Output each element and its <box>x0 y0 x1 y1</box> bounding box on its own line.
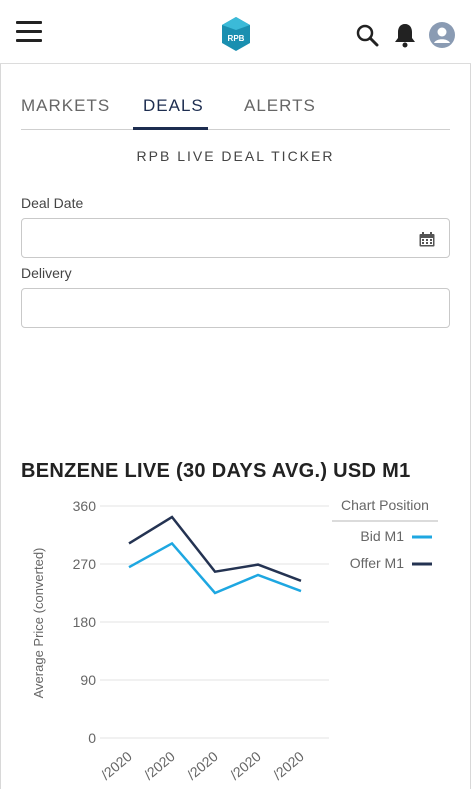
deal-date-label: Deal Date <box>21 195 84 211</box>
logo-text: RPB <box>228 34 245 43</box>
y-tick-label: 360 <box>73 498 97 514</box>
y-tick-label: 0 <box>88 730 96 746</box>
series-line-offer-m1 <box>128 515 302 582</box>
chart-title: BENZENE LIVE (30 DAYS AVG.) USD M1 <box>21 460 411 482</box>
search-icon[interactable] <box>355 23 379 47</box>
deal-date-field[interactable] <box>21 218 450 258</box>
active-tab-indicator <box>133 127 208 130</box>
legend-label: Offer M1 <box>350 555 404 571</box>
logo-icon[interactable]: RPB <box>220 16 252 52</box>
ticker-title: RPB LIVE DEAL TICKER <box>136 148 335 164</box>
series-line-bid-m1 <box>128 541 302 595</box>
tab-deals[interactable]: DEALS <box>143 96 204 116</box>
y-tick-label: 180 <box>73 614 97 630</box>
price-chart: 0 90 180 270 360 Average Price (converted) /20… <box>31 497 438 783</box>
top-bar: RPB <box>0 0 471 64</box>
delivery-label: Delivery <box>21 265 72 281</box>
y-axis-label: Average Price (converted) <box>31 548 46 699</box>
tab-markets[interactable]: MARKETS <box>21 96 110 116</box>
legend-label: Bid M1 <box>360 528 404 544</box>
x-tick-label: /2020 <box>141 748 178 783</box>
bell-icon[interactable] <box>393 22 417 48</box>
x-tick-label: /2020 <box>270 748 307 783</box>
tab-bar: MARKETS DEALS ALERTS <box>21 64 450 130</box>
x-tick-label: /2020 <box>227 748 264 783</box>
hamburger-icon[interactable] <box>16 21 42 43</box>
y-tick-label: 270 <box>73 556 97 572</box>
user-avatar-icon[interactable] <box>429 22 455 48</box>
y-tick-label: 90 <box>80 672 96 688</box>
legend-title: Chart Position <box>341 497 429 513</box>
delivery-field[interactable] <box>21 288 450 328</box>
x-tick-label: /2020 <box>98 748 135 783</box>
x-tick-label: /2020 <box>184 748 221 783</box>
tab-alerts[interactable]: ALERTS <box>244 96 316 116</box>
calendar-icon[interactable] <box>419 232 435 247</box>
